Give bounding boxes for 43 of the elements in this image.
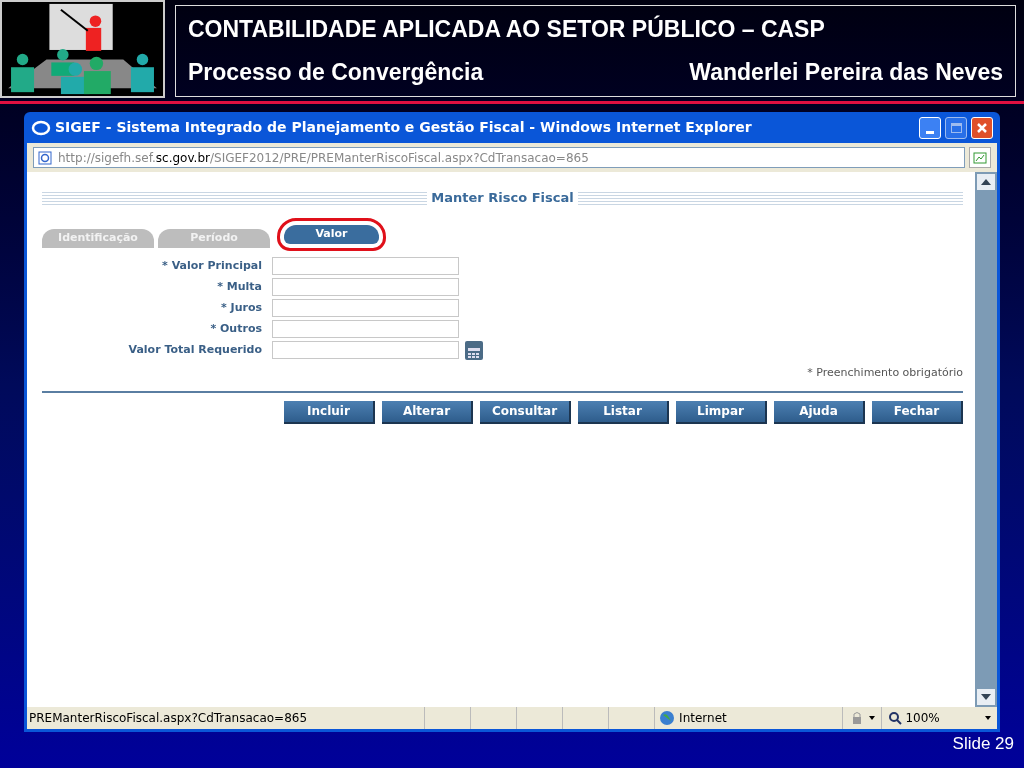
maximize-button[interactable] (945, 116, 967, 139)
zone-text: Internet (679, 710, 727, 727)
page-heading: Manter Risco Fiscal (427, 190, 578, 206)
action-button[interactable]: Listar (578, 400, 669, 424)
compatibility-button[interactable] (969, 147, 991, 168)
action-button[interactable]: Fechar (872, 400, 963, 424)
zoom-dropdown[interactable]: 100% (881, 707, 997, 729)
input-field[interactable] (272, 320, 459, 338)
field-label: * Outros (209, 320, 262, 337)
field-label: * Multa (216, 278, 262, 295)
slide-subtitle: Processo de Convergência (188, 58, 484, 88)
minimize-button[interactable] (919, 116, 941, 139)
address-field[interactable]: http://sigefh.sef.sc.gov.br/SIGEF2012/PRE/PREManterRiscoFiscal.aspx?CdTransacao=865 (33, 147, 965, 168)
input-field[interactable] (272, 299, 459, 317)
scroll-down-icon[interactable] (977, 689, 995, 705)
calculator-icon[interactable] (465, 340, 483, 360)
close-icon (976, 121, 988, 134)
caret-icon (869, 716, 876, 720)
zoom-icon (888, 711, 903, 725)
action-button[interactable]: Ajuda (774, 400, 865, 424)
slide-number: Slide 29 (952, 733, 1014, 755)
chart-icon (973, 150, 987, 165)
input-field[interactable] (272, 257, 459, 275)
close-button[interactable] (971, 116, 993, 139)
action-button[interactable]: Incluir (284, 400, 375, 424)
field-label: * Juros (219, 299, 262, 316)
field-label: * Valor Principal (161, 257, 262, 274)
input-field[interactable] (272, 341, 459, 359)
field-label: Valor Total Requerido (127, 341, 262, 358)
input-field[interactable] (272, 278, 459, 296)
action-button[interactable]: Limpar (676, 400, 767, 424)
status-text: PREManterRiscoFiscal.aspx?CdTransacao=865 (28, 710, 309, 727)
action-button[interactable]: Consultar (480, 400, 571, 424)
page-icon (38, 150, 52, 165)
author-name: Wanderlei Pereira das Neves (689, 58, 1003, 88)
slide-title: CONTABILIDADE APLICADA AO SETOR PÚBLICO – CASP (188, 14, 826, 45)
scrollbar[interactable] (975, 172, 997, 707)
scroll-up-icon[interactable] (977, 174, 995, 190)
caret-icon (985, 716, 991, 720)
action-button[interactable]: Alterar (382, 400, 473, 424)
window-title: SIGEF - Sistema Integrado de Planejamento e Gestão Fiscal - Windows Internet Explorer (55, 118, 753, 137)
required-note: * Preenchimento obrigatório (807, 365, 963, 381)
globe-icon (659, 710, 676, 726)
